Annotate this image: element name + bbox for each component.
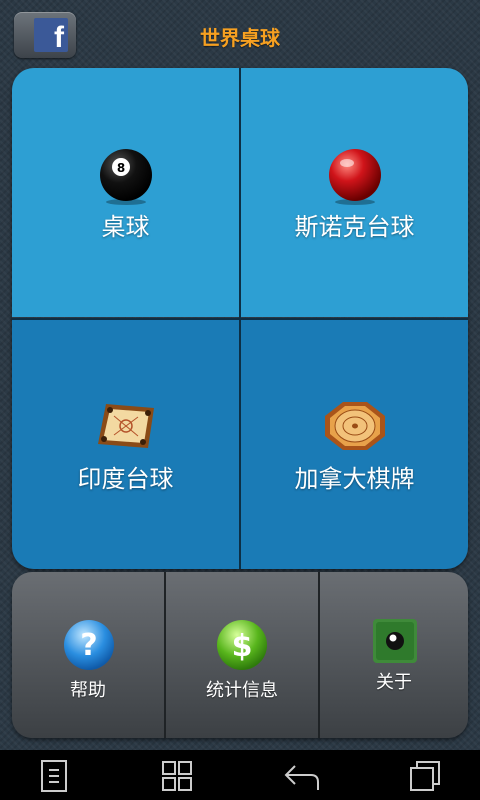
game-tile-billiards[interactable]: 8 桌球 [12,68,239,317]
game-label-billiards: 桌球 [101,213,150,241]
dollar-glyph: $ [232,629,253,664]
home-icon[interactable] [161,760,193,792]
game-label-crokinole: 加拿大棋牌 [294,465,415,493]
red-snooker-ball-icon [328,149,381,205]
game-tile-snooker[interactable]: 斯诺克台球 [241,68,468,317]
menu-icon[interactable] [40,760,68,792]
eight-ball-number: 8 [116,161,124,175]
recent-apps-icon[interactable] [409,760,441,792]
grid-divider-horizontal [12,318,468,320]
page-title: 世界桌球 [200,26,280,50]
back-icon[interactable] [283,760,321,792]
app-header: f 世界桌球 [0,0,480,70]
game-label-carrom: 印度台球 [77,465,174,493]
dollar-icon: $ [217,620,267,670]
stats-label: 统计信息 [206,680,278,701]
question-icon: ? [64,620,114,670]
eight-ball-icon: 8 [99,149,152,205]
help-button[interactable]: ? 帮助 [12,572,164,738]
carrom-board-icon [97,404,154,448]
about-label: 关于 [376,672,412,693]
help-label: 帮助 [70,680,106,701]
game-grid: 8 桌球 斯诺克台球 印度台球 加拿大棋牌 [12,68,468,569]
bottom-menu: ? 帮助 $ 统计信息 关于 [12,572,468,738]
stats-button[interactable]: $ 统计信息 [166,572,318,738]
crokinole-board-icon [324,402,385,450]
question-glyph: ? [80,628,97,663]
game-tile-crokinole[interactable]: 加拿大棋牌 [241,320,468,569]
game-tile-carrom[interactable]: 印度台球 [12,320,239,569]
game-label-snooker: 斯诺克台球 [294,213,415,241]
eight-ball-about-icon [373,619,417,663]
about-button[interactable]: 关于 [320,572,468,738]
system-navbar [0,750,480,800]
